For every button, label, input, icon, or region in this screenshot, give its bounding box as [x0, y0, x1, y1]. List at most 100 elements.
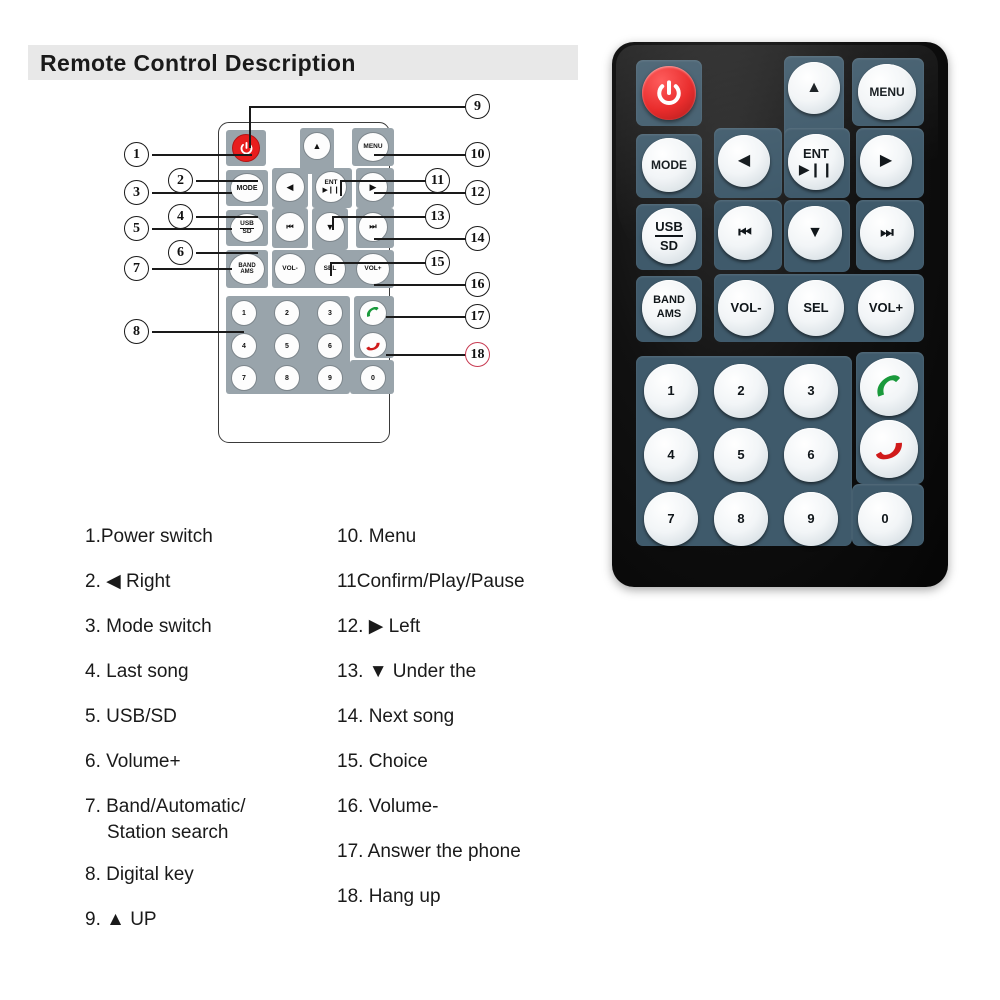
photo-up-button[interactable]: ▲	[788, 62, 840, 114]
diagram-band-ams-button[interactable]: BAND AMS	[229, 253, 265, 285]
photo-usb-sd-button[interactable]: USB SD	[642, 208, 696, 264]
diagram-key-8[interactable]: 8	[274, 365, 300, 391]
diagram-answer-call-button[interactable]	[359, 300, 387, 326]
diagram-key-6[interactable]: 6	[317, 333, 343, 359]
leader-line-7	[152, 268, 232, 270]
diagram-menu-button[interactable]: MENU	[357, 132, 389, 162]
desc-item-3: 3. Mode switch	[85, 616, 212, 637]
photo-ent-button[interactable]: ENT ▶❙❙	[788, 134, 844, 190]
callout-3[interactable]: 3	[124, 180, 149, 205]
desc-item-17: 17. Answer the phone	[337, 841, 521, 862]
diagram-mode-button[interactable]: MODE	[230, 173, 264, 203]
answer-call-icon	[366, 307, 379, 317]
desc-item-4: 4. Last song	[85, 661, 189, 682]
diagram-key-7[interactable]: 7	[231, 365, 257, 391]
photo-prev-button[interactable]: ⏮	[718, 206, 772, 260]
leader-line-16	[374, 284, 466, 286]
photo-left-button[interactable]: ◀	[718, 135, 770, 187]
photo-ams-label: AMS	[656, 308, 682, 320]
photo-menu-button[interactable]: MENU	[858, 64, 916, 120]
photo-right-button[interactable]: ▶	[860, 135, 912, 187]
photo-key-9[interactable]: 9	[784, 492, 838, 546]
photo-key-1[interactable]: 1	[644, 364, 698, 418]
callout-8[interactable]: 8	[124, 319, 149, 344]
leader-line-13-drop	[332, 216, 334, 230]
callout-9[interactable]: 9	[465, 94, 490, 119]
callout-6[interactable]: 6	[168, 240, 193, 265]
diagram-usb-sd-button[interactable]: USB SD	[230, 213, 264, 243]
photo-key-5[interactable]: 5	[714, 428, 768, 482]
callout-17[interactable]: 17	[465, 304, 490, 329]
photo-key-7[interactable]: 7	[644, 492, 698, 546]
desc-item-1: 1.Power switch	[85, 526, 213, 547]
diagram-end-call-button[interactable]	[359, 332, 387, 358]
leader-line-10	[374, 154, 466, 156]
callout-4[interactable]: 4	[168, 204, 193, 229]
leader-line-13	[332, 216, 426, 218]
diagram-key-9[interactable]: 9	[317, 365, 343, 391]
diagram-key-2[interactable]: 2	[274, 300, 300, 326]
leader-line-6	[196, 252, 258, 254]
photo-key-0[interactable]: 0	[858, 492, 912, 546]
play-pause-icon: ▶❙❙	[798, 160, 834, 177]
end-call-icon	[366, 342, 380, 351]
diagram-prev-button[interactable]: ⏮	[275, 212, 305, 242]
diagram-key-1[interactable]: 1	[231, 300, 257, 326]
desc-item-6: 6. Volume+	[85, 751, 181, 772]
callout-10[interactable]: 10	[465, 142, 490, 167]
leader-line-11-drop	[340, 180, 342, 196]
power-icon	[657, 80, 681, 106]
diagram-key-4[interactable]: 4	[231, 333, 257, 359]
photo-key-3[interactable]: 3	[784, 364, 838, 418]
page-title: Remote Control Description	[40, 50, 356, 76]
diagram-key-3[interactable]: 3	[317, 300, 343, 326]
photo-key-8[interactable]: 8	[714, 492, 768, 546]
diagram-vol-minus-button[interactable]: VOL-	[274, 253, 306, 285]
photo-key-2[interactable]: 2	[714, 364, 768, 418]
photo-usb-label: USB	[655, 220, 683, 237]
leader-line-9-drop	[249, 106, 251, 148]
photo-ent-label: ENT	[803, 146, 829, 162]
callout-1[interactable]: 1	[124, 142, 149, 167]
photo-vol-plus-button[interactable]: VOL+	[858, 280, 914, 336]
photo-power-button[interactable]	[642, 66, 696, 120]
desc-item-16: 16. Volume-	[337, 796, 439, 817]
photo-mode-button[interactable]: MODE	[642, 138, 696, 192]
leader-line-1	[152, 154, 252, 156]
diagram-ent-button[interactable]: ENT ▶❙❙	[315, 171, 347, 203]
photo-end-call-button[interactable]	[860, 420, 918, 478]
diagram-left-button[interactable]: ◀	[275, 172, 305, 202]
callout-12[interactable]: 12	[465, 180, 490, 205]
callout-14[interactable]: 14	[465, 226, 490, 251]
photo-key-6[interactable]: 6	[784, 428, 838, 482]
photo-answer-call-button[interactable]	[860, 358, 918, 416]
desc-item-7: 7. Band/Automatic/	[85, 796, 246, 817]
callout-5[interactable]: 5	[124, 216, 149, 241]
desc-item-12: 12. ▶ Left	[337, 616, 421, 637]
desc-item-18: 18. Hang up	[337, 886, 441, 907]
photo-down-button[interactable]: ▼	[788, 206, 842, 260]
callout-16[interactable]: 16	[465, 272, 490, 297]
photo-key-4[interactable]: 4	[644, 428, 698, 482]
photo-band-ams-button[interactable]: BAND AMS	[642, 280, 696, 336]
photo-next-button[interactable]: ⏭	[860, 206, 914, 260]
callout-18[interactable]: 18	[465, 342, 490, 367]
photo-vol-minus-button[interactable]: VOL-	[718, 280, 774, 336]
desc-item-10: 10. Menu	[337, 526, 417, 547]
leader-line-18	[386, 354, 466, 356]
callout-2[interactable]: 2	[168, 168, 193, 193]
diagram-key-5[interactable]: 5	[274, 333, 300, 359]
callout-7[interactable]: 7	[124, 256, 149, 281]
end-call-icon	[876, 442, 902, 460]
diagram-power-button[interactable]	[232, 134, 260, 162]
callout-15[interactable]: 15	[425, 250, 450, 275]
diagram-up-button[interactable]: ▲	[303, 132, 331, 160]
callout-13[interactable]: 13	[425, 204, 450, 229]
diagram-right-button[interactable]: ▶	[358, 172, 388, 202]
diagram-vol-plus-button[interactable]: VOL+	[356, 253, 390, 285]
callout-11[interactable]: 11	[425, 168, 450, 193]
desc-item-14: 14. Next song	[337, 706, 455, 727]
product-photo-remote: ▲ MENU MODE ◀ ENT ▶❙❙ ▶ USB SD ⏮ ▼ ⏭ BAN…	[612, 42, 948, 587]
photo-sel-button[interactable]: SEL	[788, 280, 844, 336]
diagram-key-0[interactable]: 0	[360, 365, 386, 391]
